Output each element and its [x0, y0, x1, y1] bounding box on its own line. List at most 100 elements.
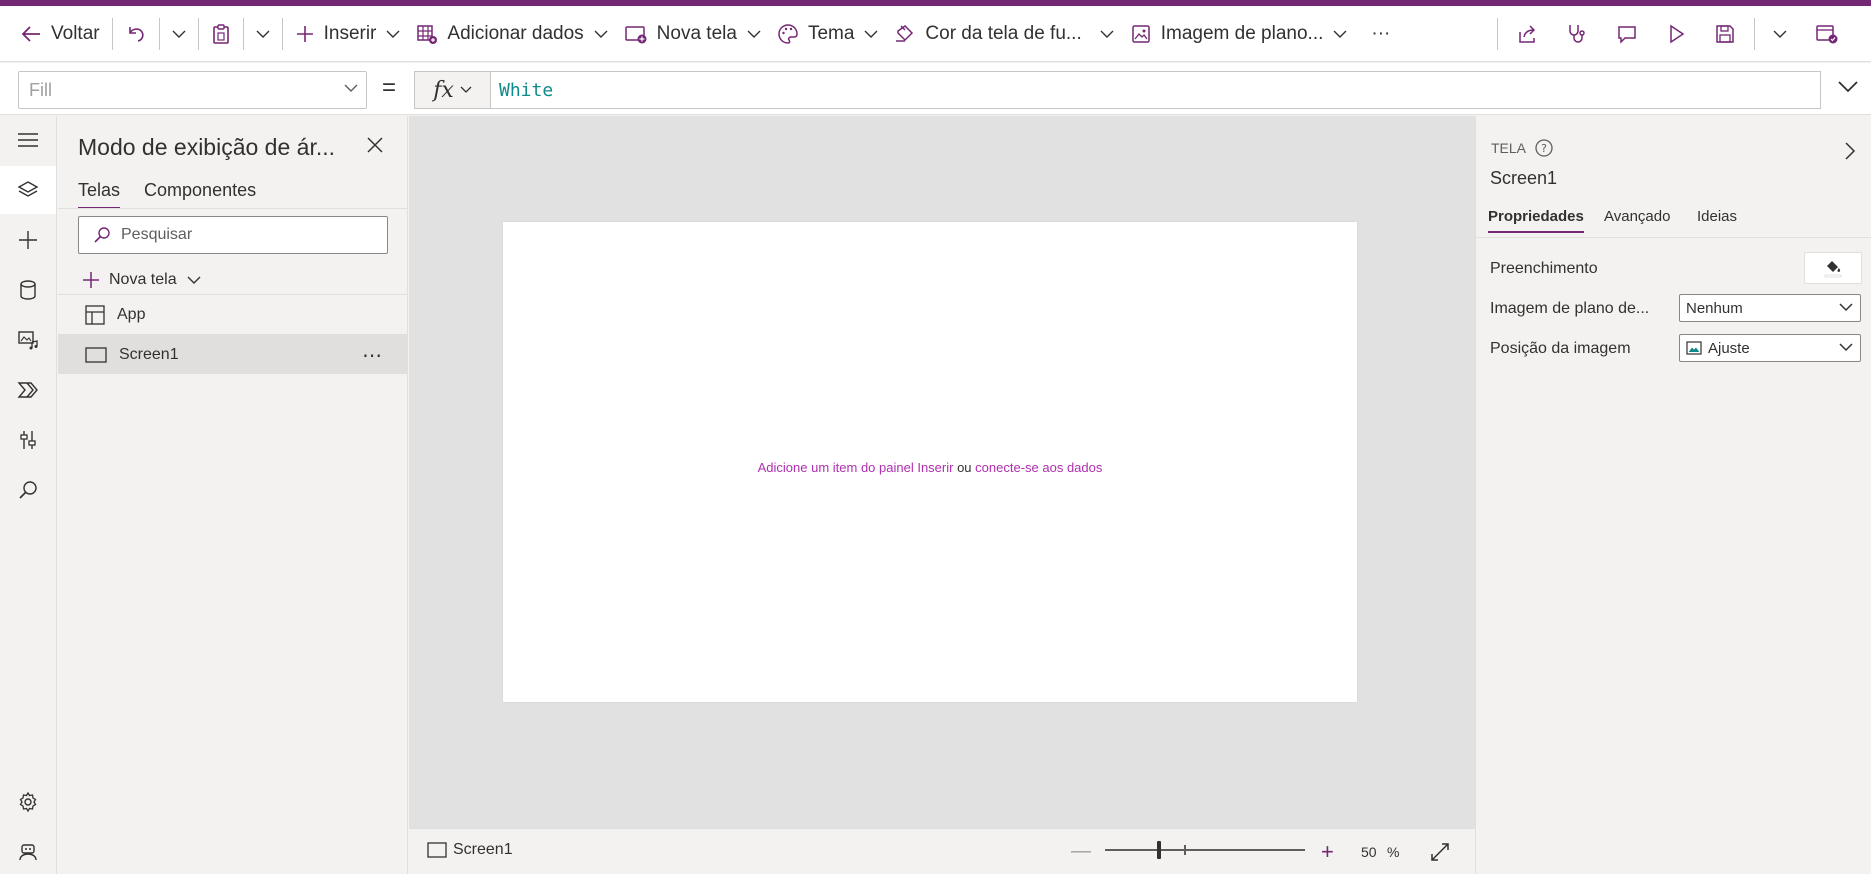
background-image-button[interactable]: Imagem de plano...: [1122, 14, 1356, 54]
divider: [58, 208, 407, 209]
chevron-down-icon: [747, 30, 761, 38]
divider: [1497, 18, 1498, 50]
left-rail: [0, 116, 57, 874]
control-type-label: TELA: [1491, 140, 1527, 156]
publish-button[interactable]: [1801, 14, 1853, 54]
fx-button[interactable]: fx: [415, 72, 491, 108]
play-icon: [1670, 24, 1685, 44]
equals-sign: =: [382, 74, 397, 101]
more-label: ···: [1371, 22, 1391, 44]
zoom-value: 50: [1361, 844, 1377, 860]
undo-button[interactable]: [117, 14, 155, 54]
save-button[interactable]: [1700, 14, 1750, 54]
insert-pane-link[interactable]: Adicione um item do painel Inserir: [758, 460, 954, 475]
back-button[interactable]: Voltar: [12, 14, 108, 54]
theme-button[interactable]: Tema: [769, 14, 886, 54]
tree-view-panel: Modo de exibição de ár... Telas Componen…: [58, 116, 408, 874]
chevron-down-icon: [1100, 30, 1114, 38]
divider: [281, 17, 283, 50]
zoom-slider-tick: [1184, 845, 1186, 855]
background-image-value: Nenhum: [1686, 299, 1743, 317]
zoom-slider-thumb[interactable]: [1157, 841, 1161, 859]
zoom-in-button[interactable]: +: [1321, 839, 1334, 865]
undo-dropdown[interactable]: [164, 14, 194, 54]
fit-to-window-icon[interactable]: [1429, 841, 1451, 863]
chevron-right-icon[interactable]: [1843, 140, 1857, 162]
add-data-button[interactable]: Adicionar dados: [408, 14, 615, 54]
share-button[interactable]: [1502, 14, 1552, 54]
app-checker-button[interactable]: [1552, 14, 1602, 54]
zoom-out-button[interactable]: —: [1071, 840, 1091, 863]
comments-button[interactable]: [1602, 14, 1652, 54]
image-position-dropdown[interactable]: Ajuste: [1679, 334, 1861, 362]
tree-item-app[interactable]: App: [58, 294, 407, 334]
search-icon: [19, 481, 37, 499]
bot-icon: [19, 844, 37, 861]
divider: [1754, 18, 1755, 50]
control-name: Screen1: [1490, 168, 1558, 188]
tab-components[interactable]: Componentes: [144, 180, 256, 209]
insert-rail-button[interactable]: [0, 216, 56, 264]
property-name: Fill: [29, 79, 52, 100]
power-automate-rail-button[interactable]: [0, 366, 56, 414]
new-screen-button[interactable]: Nova tela: [616, 14, 769, 54]
background-image-dropdown[interactable]: Nenhum: [1679, 294, 1861, 322]
new-screen-tree-button[interactable]: Nova tela: [82, 264, 201, 296]
more-options-icon[interactable]: ⋯: [362, 343, 383, 368]
connect-data-link[interactable]: conecte-se aos dados: [975, 460, 1102, 475]
theme-label: Tema: [807, 22, 855, 44]
tab-advanced[interactable]: Avançado: [1604, 208, 1670, 231]
tree-view-button[interactable]: [0, 166, 56, 214]
chevron-down-icon: [172, 30, 186, 38]
save-dropdown[interactable]: [1759, 14, 1801, 54]
chevron-down-icon: [594, 30, 608, 38]
data-rail-button[interactable]: [0, 266, 56, 314]
tools-icon: [20, 431, 36, 449]
property-selector[interactable]: Fill: [18, 71, 367, 109]
tree-item-screen1[interactable]: Screen1 ⋯: [58, 334, 407, 374]
insert-button[interactable]: Inserir: [287, 14, 409, 54]
background-image-prop-label: Imagem de plano de...: [1490, 300, 1650, 317]
chevron-down-icon: [1839, 343, 1853, 352]
paint-bucket-icon: [896, 24, 914, 42]
expand-formula-icon[interactable]: [1837, 80, 1859, 94]
fill-color-picker[interactable]: [1804, 252, 1862, 284]
tab-ideas[interactable]: Ideias: [1697, 208, 1737, 231]
settings-rail-button[interactable]: [0, 778, 56, 826]
close-icon[interactable]: [366, 136, 384, 154]
search-rail-button[interactable]: [0, 466, 56, 514]
advanced-tools-rail-button[interactable]: [0, 416, 56, 464]
help-icon[interactable]: ?: [1534, 138, 1554, 158]
zoom-slider[interactable]: [1105, 841, 1305, 859]
tab-screens[interactable]: Telas: [78, 180, 121, 209]
screen-icon: [427, 842, 447, 858]
hamburger-menu[interactable]: [0, 116, 56, 164]
background-color-button[interactable]: Cor da tela de fu...: [886, 14, 1121, 54]
more-commands-button[interactable]: ···: [1355, 14, 1406, 54]
gear-icon: [19, 791, 37, 813]
screen-breadcrumb[interactable]: Screen1: [427, 841, 513, 859]
media-rail-button[interactable]: [0, 316, 56, 364]
insert-label: Inserir: [323, 22, 377, 44]
background-image-label: Imagem de plano...: [1160, 22, 1324, 44]
database-icon: [20, 280, 36, 300]
chevron-down-icon: [386, 30, 400, 38]
divider: [197, 17, 199, 50]
preview-play-button[interactable]: [1652, 14, 1700, 54]
empty-screen-hint: Adicione um item do painel Inserir ou co…: [503, 460, 1357, 475]
virtual-agent-rail-button[interactable]: [0, 828, 56, 874]
back-label: Voltar: [51, 22, 100, 44]
paste-button[interactable]: [203, 14, 239, 54]
status-bar: Screen1 — + 50 %: [409, 828, 1475, 874]
chevron-down-icon: [460, 86, 472, 93]
screen-canvas[interactable]: Adicione um item do painel Inserir ou co…: [503, 222, 1357, 702]
search-input[interactable]: Pesquisar: [78, 216, 388, 254]
tab-properties[interactable]: Propriedades: [1488, 208, 1584, 233]
plus-icon: [83, 272, 99, 288]
background-color-label: Cor da tela de fu...: [925, 22, 1082, 44]
formula-input[interactable]: fx White: [414, 71, 1821, 109]
save-icon: [1716, 25, 1734, 43]
paste-dropdown[interactable]: [248, 14, 278, 54]
svg-text:?: ?: [1541, 142, 1547, 155]
tree-item-label: Screen1: [119, 345, 179, 363]
